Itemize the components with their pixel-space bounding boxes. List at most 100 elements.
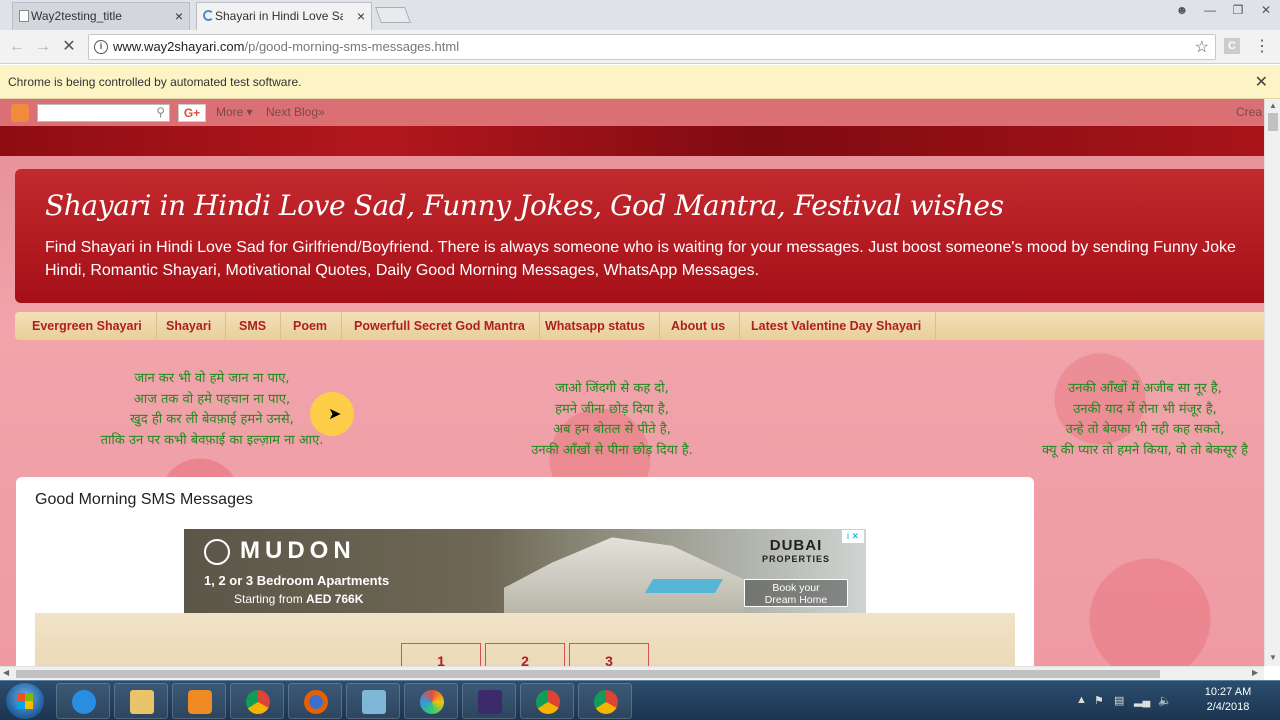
stop-icon[interactable]: ✕ <box>58 36 80 58</box>
scroll-down-icon[interactable]: ▼ <box>1269 653 1277 662</box>
nav-item-evergreen-shayari[interactable]: Evergreen Shayari <box>32 312 157 340</box>
scroll-up-icon[interactable]: ▲ <box>1269 101 1277 110</box>
vertical-scrollbar[interactable]: ▲ ▼ <box>1264 99 1280 666</box>
network-icon[interactable]: ▤ <box>1114 694 1124 707</box>
blog-description: Find Shayari in Hindi Love Sad for Girlf… <box>45 239 1236 279</box>
emblem-icon <box>204 538 230 565</box>
taskbar-app[interactable] <box>346 683 400 719</box>
paint-icon <box>420 690 444 714</box>
nav-item-shayari[interactable]: Shayari <box>166 312 227 340</box>
menu-icon[interactable]: ⋮ <box>1254 36 1270 56</box>
scroll-thumb[interactable] <box>1268 113 1278 131</box>
main-nav: Evergreen Shayari Shayari SMS Poem Power… <box>15 312 1264 340</box>
taskbar-chrome-2[interactable] <box>520 683 574 719</box>
page-viewport: ⚲ G+ More ▾ Next Blog» Crea Shayari in H… <box>0 99 1264 666</box>
taskbar-explorer[interactable] <box>114 683 168 719</box>
blog-search-input[interactable]: ⚲ <box>37 104 170 122</box>
tab-label: Way2testing_title <box>31 9 122 23</box>
adchoices-icon[interactable]: i ✕ <box>842 530 864 543</box>
scroll-thumb[interactable] <box>16 670 1160 678</box>
page-icon <box>19 10 29 22</box>
taskbar-firefox[interactable] <box>288 683 342 719</box>
application-icon <box>362 690 386 714</box>
browser-toolbar: ← → ✕ i www.way2shayari.com/p/good-morni… <box>0 30 1280 64</box>
ad-banner[interactable]: MUDON 1, 2 or 3 Bedroom Apartments Start… <box>184 529 866 613</box>
chrome-icon <box>246 690 270 714</box>
show-hidden-icons-icon[interactable]: ▲ <box>1076 694 1087 706</box>
close-window-icon[interactable]: ✕ <box>1252 0 1280 22</box>
taskbar-chrome-1[interactable] <box>230 683 284 719</box>
signal-icon[interactable]: ▂▄ <box>1134 694 1150 707</box>
java-ide-icon <box>478 690 502 714</box>
next-blog-link[interactable]: Next Blog» <box>266 105 325 119</box>
ad-brand-logo: MUDON <box>204 537 356 565</box>
create-blog-link[interactable]: Crea <box>1236 105 1262 119</box>
url-text: www.way2shayari.com/p/good-morning-sms-m… <box>113 39 460 54</box>
media-player-icon <box>188 690 212 714</box>
system-tray: ▲ ⚑ ▤ ▂▄ 🔈 10:27 AM 2/4/2018 <box>1072 681 1272 720</box>
close-infobar-icon[interactable]: ✕ <box>1255 72 1268 92</box>
internet-explorer-icon <box>72 690 96 714</box>
nav-item-valentine-shayari[interactable]: Latest Valentine Day Shayari <box>751 312 937 340</box>
ad-partner-logo: DUBAI PROPERTIES <box>761 537 830 564</box>
ad-price: Starting from AED 766K <box>234 592 364 606</box>
search-icon[interactable]: ⚲ <box>156 105 165 119</box>
back-arrow-icon[interactable]: ← <box>6 36 28 58</box>
window-controls: ☻ — ❐ ✕ <box>1168 0 1280 22</box>
profile-icon[interactable]: ☻ <box>1168 0 1196 22</box>
new-tab-button[interactable] <box>375 7 411 23</box>
tab-shayari[interactable]: Shayari in Hindi Love Sad × <box>196 2 372 30</box>
scroll-right-icon[interactable]: ▶ <box>1252 668 1258 677</box>
minimize-icon[interactable]: — <box>1196 0 1224 22</box>
volume-icon[interactable]: 🔈 <box>1158 694 1172 707</box>
forward-arrow-icon[interactable]: → <box>32 36 54 58</box>
restore-icon[interactable]: ❐ <box>1224 0 1252 22</box>
more-menu[interactable]: More ▾ <box>216 105 253 119</box>
nav-item-poem[interactable]: Poem <box>293 312 343 340</box>
taskbar-media[interactable] <box>172 683 226 719</box>
ad-pool-image <box>644 579 724 593</box>
poem-3: उनकी आँखों में अजीब सा नूर है, उनकी याद … <box>1041 381 1249 458</box>
close-tab-icon[interactable]: × <box>175 3 183 29</box>
ad-building-image <box>504 537 744 613</box>
start-button[interactable] <box>6 683 44 719</box>
blogger-navbar: ⚲ G+ More ▾ Next Blog» Crea <box>0 99 1264 126</box>
google-plus-button[interactable]: G+ <box>178 104 206 122</box>
tab-way2testing[interactable]: Way2testing_title × <box>12 2 190 30</box>
address-bar[interactable]: i www.way2shayari.com/p/good-morning-sms… <box>88 34 1216 60</box>
ad-headline: 1, 2 or 3 Bedroom Apartments <box>204 573 390 588</box>
nav-item-god-mantra[interactable]: Powerfull Secret God Mantra <box>354 312 540 340</box>
taskbar-eclipse[interactable] <box>462 683 516 719</box>
content-background: 1 2 3 <box>35 613 1015 666</box>
scroll-left-icon[interactable]: ◀ <box>3 668 9 677</box>
folder-icon <box>130 690 154 714</box>
windows-taskbar: ▲ ⚑ ▤ ▂▄ 🔈 10:27 AM 2/4/2018 <box>0 680 1280 720</box>
nav-item-whatsapp-status[interactable]: Whatsapp status <box>545 312 661 340</box>
ad-cta-button[interactable]: Book your Dream Home <box>744 579 848 607</box>
info-icon[interactable]: i <box>94 40 108 54</box>
taskbar-paint[interactable] <box>404 683 458 719</box>
flag-icon[interactable]: ⚑ <box>1094 694 1104 707</box>
nav-item-about-us[interactable]: About us <box>671 312 741 340</box>
blog-title[interactable]: Shayari in Hindi Love Sad, Funny Jokes, … <box>45 189 1004 222</box>
chrome-icon <box>536 690 560 714</box>
blog-header: Shayari in Hindi Love Sad, Funny Jokes, … <box>15 169 1264 303</box>
taskbar-chrome-3[interactable] <box>578 683 632 719</box>
system-clock[interactable]: 10:27 AM 2/4/2018 <box>1198 685 1258 715</box>
taskbar-ie[interactable] <box>56 683 110 719</box>
bookmark-star-icon[interactable]: ☆ <box>1195 37 1209 57</box>
horizontal-scrollbar[interactable]: ◀ ▶ <box>0 666 1264 680</box>
post-title: Good Morning SMS Messages <box>35 491 253 508</box>
firefox-icon <box>304 690 328 714</box>
poem-2: जाओ जिंदगी से कह दो, हमने जीना छोड़ दिया… <box>531 381 693 458</box>
mouse-pointer-icon: ➤ <box>328 406 342 423</box>
blogger-logo-icon[interactable] <box>11 104 29 122</box>
post-card: Good Morning SMS Messages MUDON 1, 2 or … <box>16 477 1034 666</box>
page-link-3[interactable]: 3 <box>569 643 649 666</box>
header-band <box>0 126 1264 156</box>
close-tab-icon[interactable]: × <box>357 3 365 29</box>
page-link-2[interactable]: 2 <box>485 643 565 666</box>
extension-icon[interactable]: C <box>1224 38 1240 54</box>
nav-item-sms[interactable]: SMS <box>239 312 282 340</box>
page-link-1[interactable]: 1 <box>401 643 481 666</box>
